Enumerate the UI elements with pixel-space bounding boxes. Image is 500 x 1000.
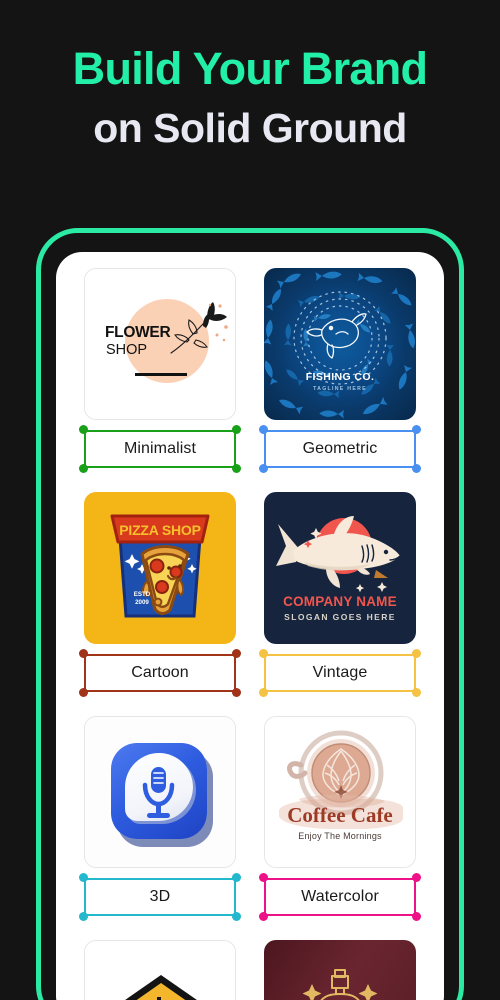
resize-handle-bottom-left[interactable] <box>79 688 88 697</box>
fishing-logo-line-2: TAGLINE HERE <box>313 386 367 392</box>
coffee-logo-tagline: Enjoy The Mornings <box>298 831 382 841</box>
resize-handle-top-right[interactable] <box>412 649 421 658</box>
resize-handle-top-right[interactable] <box>232 873 241 882</box>
shark-logo-company: COMPANY NAME <box>283 594 397 609</box>
resize-handle-bottom-right[interactable] <box>232 464 241 473</box>
logo-preview-forklift-brand[interactable]: BRAND NAME <box>84 940 236 1000</box>
style-label-wrap-watercolor[interactable]: Watercolor <box>259 873 421 921</box>
page-title: Build Your Brand on Solid Ground <box>0 42 500 154</box>
logo-preview-microphone-3d[interactable] <box>84 716 236 868</box>
resize-handle-top-left[interactable] <box>259 425 268 434</box>
style-card-minimalist[interactable]: FLOWER SHOP Minimalist <box>79 268 241 492</box>
style-card-geometric[interactable]: FISHING CO. TAGLINE HERE Geometric <box>259 268 421 492</box>
forklift-warehouse-illustration <box>125 975 197 1000</box>
microphone-icon <box>142 767 175 818</box>
style-card-3d[interactable]: 3D <box>79 716 241 940</box>
resize-handle-top-left[interactable] <box>79 873 88 882</box>
resize-handle-bottom-left[interactable] <box>79 464 88 473</box>
resize-handle-bottom-right[interactable] <box>412 464 421 473</box>
style-label-geometric[interactable]: Geometric <box>264 430 416 468</box>
style-label-wrap-vintage[interactable]: Vintage <box>259 649 421 697</box>
flower-logo-line-2: SHOP <box>106 342 148 358</box>
logo-style-grid: FLOWER SHOP Minimalist FISHING CO. TAGLI… <box>79 268 421 1000</box>
resize-handle-bottom-right[interactable] <box>232 688 241 697</box>
resize-handle-bottom-left[interactable] <box>259 912 268 921</box>
promo-page: Build Your Brand on Solid Ground FLOWER … <box>0 0 500 1000</box>
botanical-sprig-icon <box>170 302 228 354</box>
phone-screen: FLOWER SHOP Minimalist FISHING CO. TAGLI… <box>56 252 444 1000</box>
pizza-logo-year: 2009 <box>135 599 149 606</box>
style-card-watercolor[interactable]: Coffee Cafe Enjoy The Mornings Watercolo… <box>259 716 421 940</box>
resize-handle-top-left[interactable] <box>259 873 268 882</box>
logo-preview-shark-company[interactable]: COMPANY NAME SLOGAN GOES HERE <box>264 492 416 644</box>
style-label-minimalist[interactable]: Minimalist <box>84 430 236 468</box>
pizza-illustration: PIZZA SHOP ESTD 2009 <box>110 514 210 618</box>
style-label-wrap-3d[interactable]: 3D <box>79 873 241 921</box>
logo-preview-coffee-cafe[interactable]: Coffee Cafe Enjoy The Mornings <box>264 716 416 868</box>
style-label-3d[interactable]: 3D <box>84 878 236 916</box>
style-card-vintage[interactable]: COMPANY NAME SLOGAN GOES HERE Vintage <box>259 492 421 716</box>
style-label-vintage[interactable]: Vintage <box>264 654 416 692</box>
coffee-logo-title: Coffee Cafe <box>287 803 393 827</box>
style-label-wrap-geometric[interactable]: Geometric <box>259 425 421 473</box>
resize-handle-top-left[interactable] <box>259 649 268 658</box>
style-card-forklift[interactable]: BRAND NAME <box>84 940 236 1000</box>
style-label-cartoon[interactable]: Cartoon <box>84 654 236 692</box>
flower-logo-line-1: FLOWER <box>105 324 171 341</box>
logo-preview-fishing-co[interactable]: FISHING CO. TAGLINE HERE <box>264 268 416 420</box>
logo-preview-perfume[interactable]: PERFUME <box>264 940 416 1000</box>
resize-handle-bottom-right[interactable] <box>412 912 421 921</box>
coffee-cup-illustration <box>287 730 385 816</box>
resize-handle-bottom-left[interactable] <box>259 688 268 697</box>
resize-handle-bottom-left[interactable] <box>79 912 88 921</box>
fishing-logo-line-1: FISHING CO. <box>306 371 375 383</box>
fish-pattern: FISHING CO. TAGLINE HERE <box>264 269 416 419</box>
perfume-bottle-illustration <box>302 969 378 1000</box>
style-label-watercolor[interactable]: Watercolor <box>264 878 416 916</box>
resize-handle-top-right[interactable] <box>232 649 241 658</box>
shark-logo-slogan: SLOGAN GOES HERE <box>284 612 396 622</box>
resize-handle-bottom-left[interactable] <box>259 464 268 473</box>
resize-handle-top-right[interactable] <box>412 873 421 882</box>
style-label-wrap-minimalist[interactable]: Minimalist <box>79 425 241 473</box>
style-card-perfume[interactable]: PERFUME <box>264 940 416 1000</box>
pizza-logo-title: PIZZA SHOP <box>119 522 201 538</box>
resize-handle-bottom-right[interactable] <box>412 688 421 697</box>
resize-handle-bottom-right[interactable] <box>232 912 241 921</box>
headline-line-2: on Solid Ground <box>93 105 407 152</box>
headline-line-1: Build Your Brand <box>72 43 428 94</box>
divider-rule <box>135 373 187 376</box>
resize-handle-top-left[interactable] <box>79 649 88 658</box>
logo-preview-flower-shop[interactable]: FLOWER SHOP <box>84 268 236 420</box>
resize-handle-top-left[interactable] <box>79 425 88 434</box>
logo-preview-pizza-shop[interactable]: PIZZA SHOP ESTD 2009 <box>84 492 236 644</box>
resize-handle-top-right[interactable] <box>232 425 241 434</box>
style-card-cartoon[interactable]: PIZZA SHOP ESTD 2009 Cartoon <box>79 492 241 716</box>
resize-handle-top-right[interactable] <box>412 425 421 434</box>
style-label-wrap-cartoon[interactable]: Cartoon <box>79 649 241 697</box>
pizza-logo-estd: ESTD <box>134 591 151 598</box>
